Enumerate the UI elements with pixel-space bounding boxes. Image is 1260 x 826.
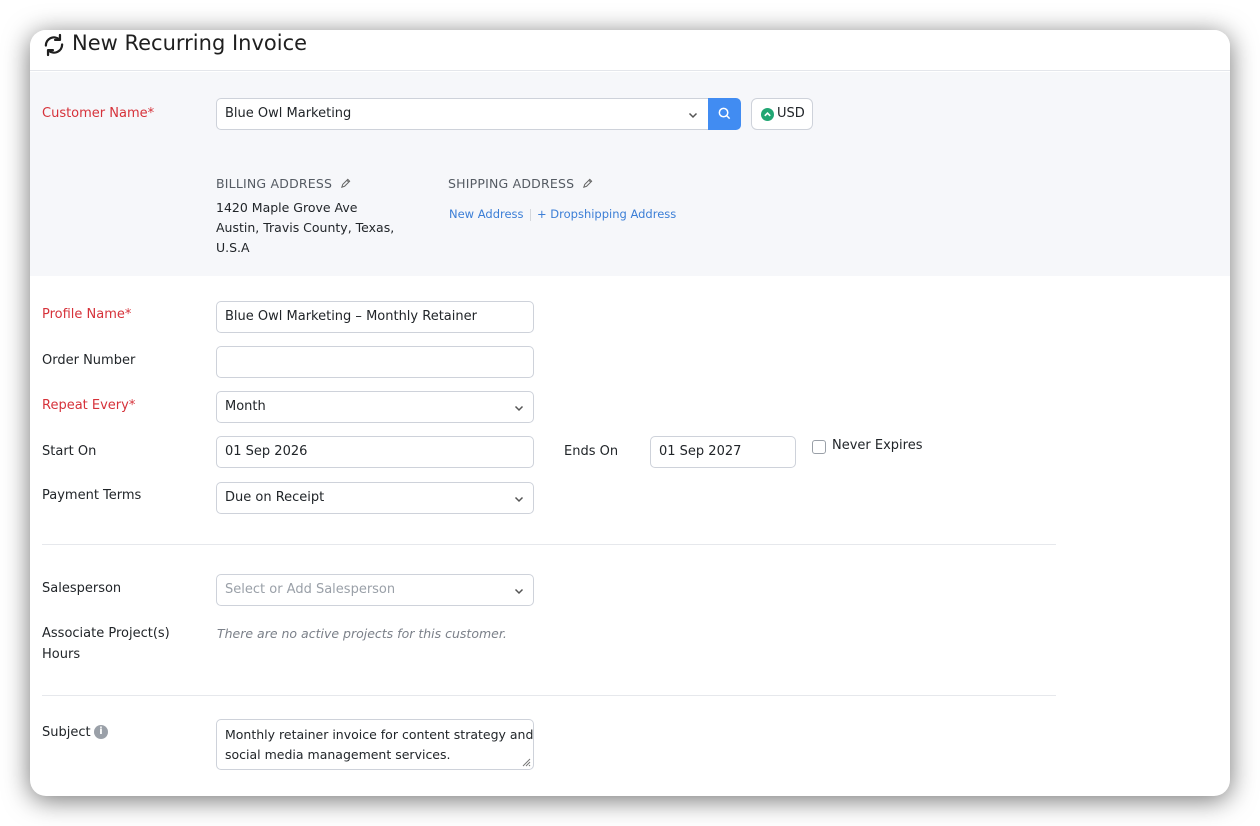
- billing-address-line-1: 1420 Maple Grove Ave: [216, 200, 358, 215]
- never-expires-label[interactable]: Never Expires: [832, 437, 923, 455]
- salesperson-label: Salesperson: [42, 581, 122, 596]
- repeat-every-select[interactable]: Month: [216, 391, 534, 423]
- billing-address-line-3: U.S.A: [216, 240, 250, 255]
- shipping-address-heading: SHIPPING ADDRESS: [448, 176, 593, 191]
- payment-terms-select[interactable]: Due on Receipt: [216, 482, 534, 514]
- customer-name-label: Customer Name*: [42, 106, 155, 121]
- no-projects-note: There are no active projects for this cu…: [217, 626, 507, 641]
- ends-on-label: Ends On: [564, 444, 619, 459]
- salesperson-placeholder: Select or Add Salesperson: [225, 582, 396, 597]
- subject-text-line-2: social media management services.: [225, 747, 451, 762]
- salesperson-select[interactable]: Select or Add Salesperson: [216, 574, 534, 606]
- chevron-down-icon: [688, 112, 698, 119]
- payment-terms-label: Payment Terms: [42, 488, 142, 503]
- start-on-input[interactable]: 01 Sep 2026: [216, 436, 534, 468]
- order-number-input[interactable]: [216, 346, 534, 378]
- chevron-down-icon: [514, 496, 524, 503]
- associate-projects-label: Associate Project(s): [42, 626, 170, 641]
- subject-label: Subject: [42, 725, 91, 740]
- resize-handle-icon[interactable]: [521, 757, 531, 767]
- profile-name-label: Profile Name*: [42, 307, 132, 322]
- invoice-window: New Recurring Invoice Customer Name* Blu…: [30, 30, 1230, 796]
- new-address-link[interactable]: New Address: [449, 207, 524, 221]
- currency-button[interactable]: USD: [751, 98, 813, 130]
- subject-text-line-1: Monthly retainer invoice for content str…: [225, 727, 534, 742]
- repeat-every-value: Month: [225, 399, 266, 414]
- repeat-every-label: Repeat Every*: [42, 398, 136, 413]
- ends-on-input[interactable]: 01 Sep 2027: [650, 436, 796, 468]
- section-divider: [42, 544, 1056, 545]
- recurring-icon: [44, 33, 64, 57]
- subject-textarea[interactable]: Monthly retainer invoice for content str…: [216, 719, 534, 770]
- currency-icon: [761, 108, 774, 121]
- customer-section: Customer Name* Blue Owl Marketing USD BI…: [30, 72, 1230, 276]
- customer-name-value: Blue Owl Marketing: [225, 106, 352, 121]
- dropshipping-address-link[interactable]: + Dropshipping Address: [537, 207, 676, 221]
- payment-terms-value: Due on Receipt: [225, 490, 325, 505]
- billing-address-heading: BILLING ADDRESS: [216, 176, 351, 191]
- info-icon[interactable]: i: [94, 725, 108, 739]
- link-separator: [530, 209, 531, 221]
- section-divider: [42, 695, 1056, 696]
- billing-address-line-2: Austin, Travis County, Texas,: [216, 220, 395, 235]
- title-bar: New Recurring Invoice: [30, 30, 1230, 71]
- profile-name-input[interactable]: Blue Owl Marketing – Monthly Retainer: [216, 301, 534, 333]
- chevron-down-icon: [514, 588, 524, 595]
- associate-projects-hours-label: Hours: [42, 647, 81, 662]
- edit-billing-pencil-icon[interactable]: [340, 178, 351, 189]
- chevron-down-icon: [514, 405, 524, 412]
- search-icon: [718, 107, 731, 120]
- customer-search-button[interactable]: [708, 98, 741, 130]
- order-number-label: Order Number: [42, 353, 136, 368]
- edit-shipping-pencil-icon[interactable]: [582, 178, 593, 189]
- page-title: New Recurring Invoice: [72, 31, 308, 55]
- never-expires-checkbox[interactable]: [812, 440, 826, 454]
- start-on-label: Start On: [42, 444, 97, 459]
- customer-name-select[interactable]: Blue Owl Marketing: [216, 98, 710, 130]
- currency-label: USD: [777, 106, 805, 121]
